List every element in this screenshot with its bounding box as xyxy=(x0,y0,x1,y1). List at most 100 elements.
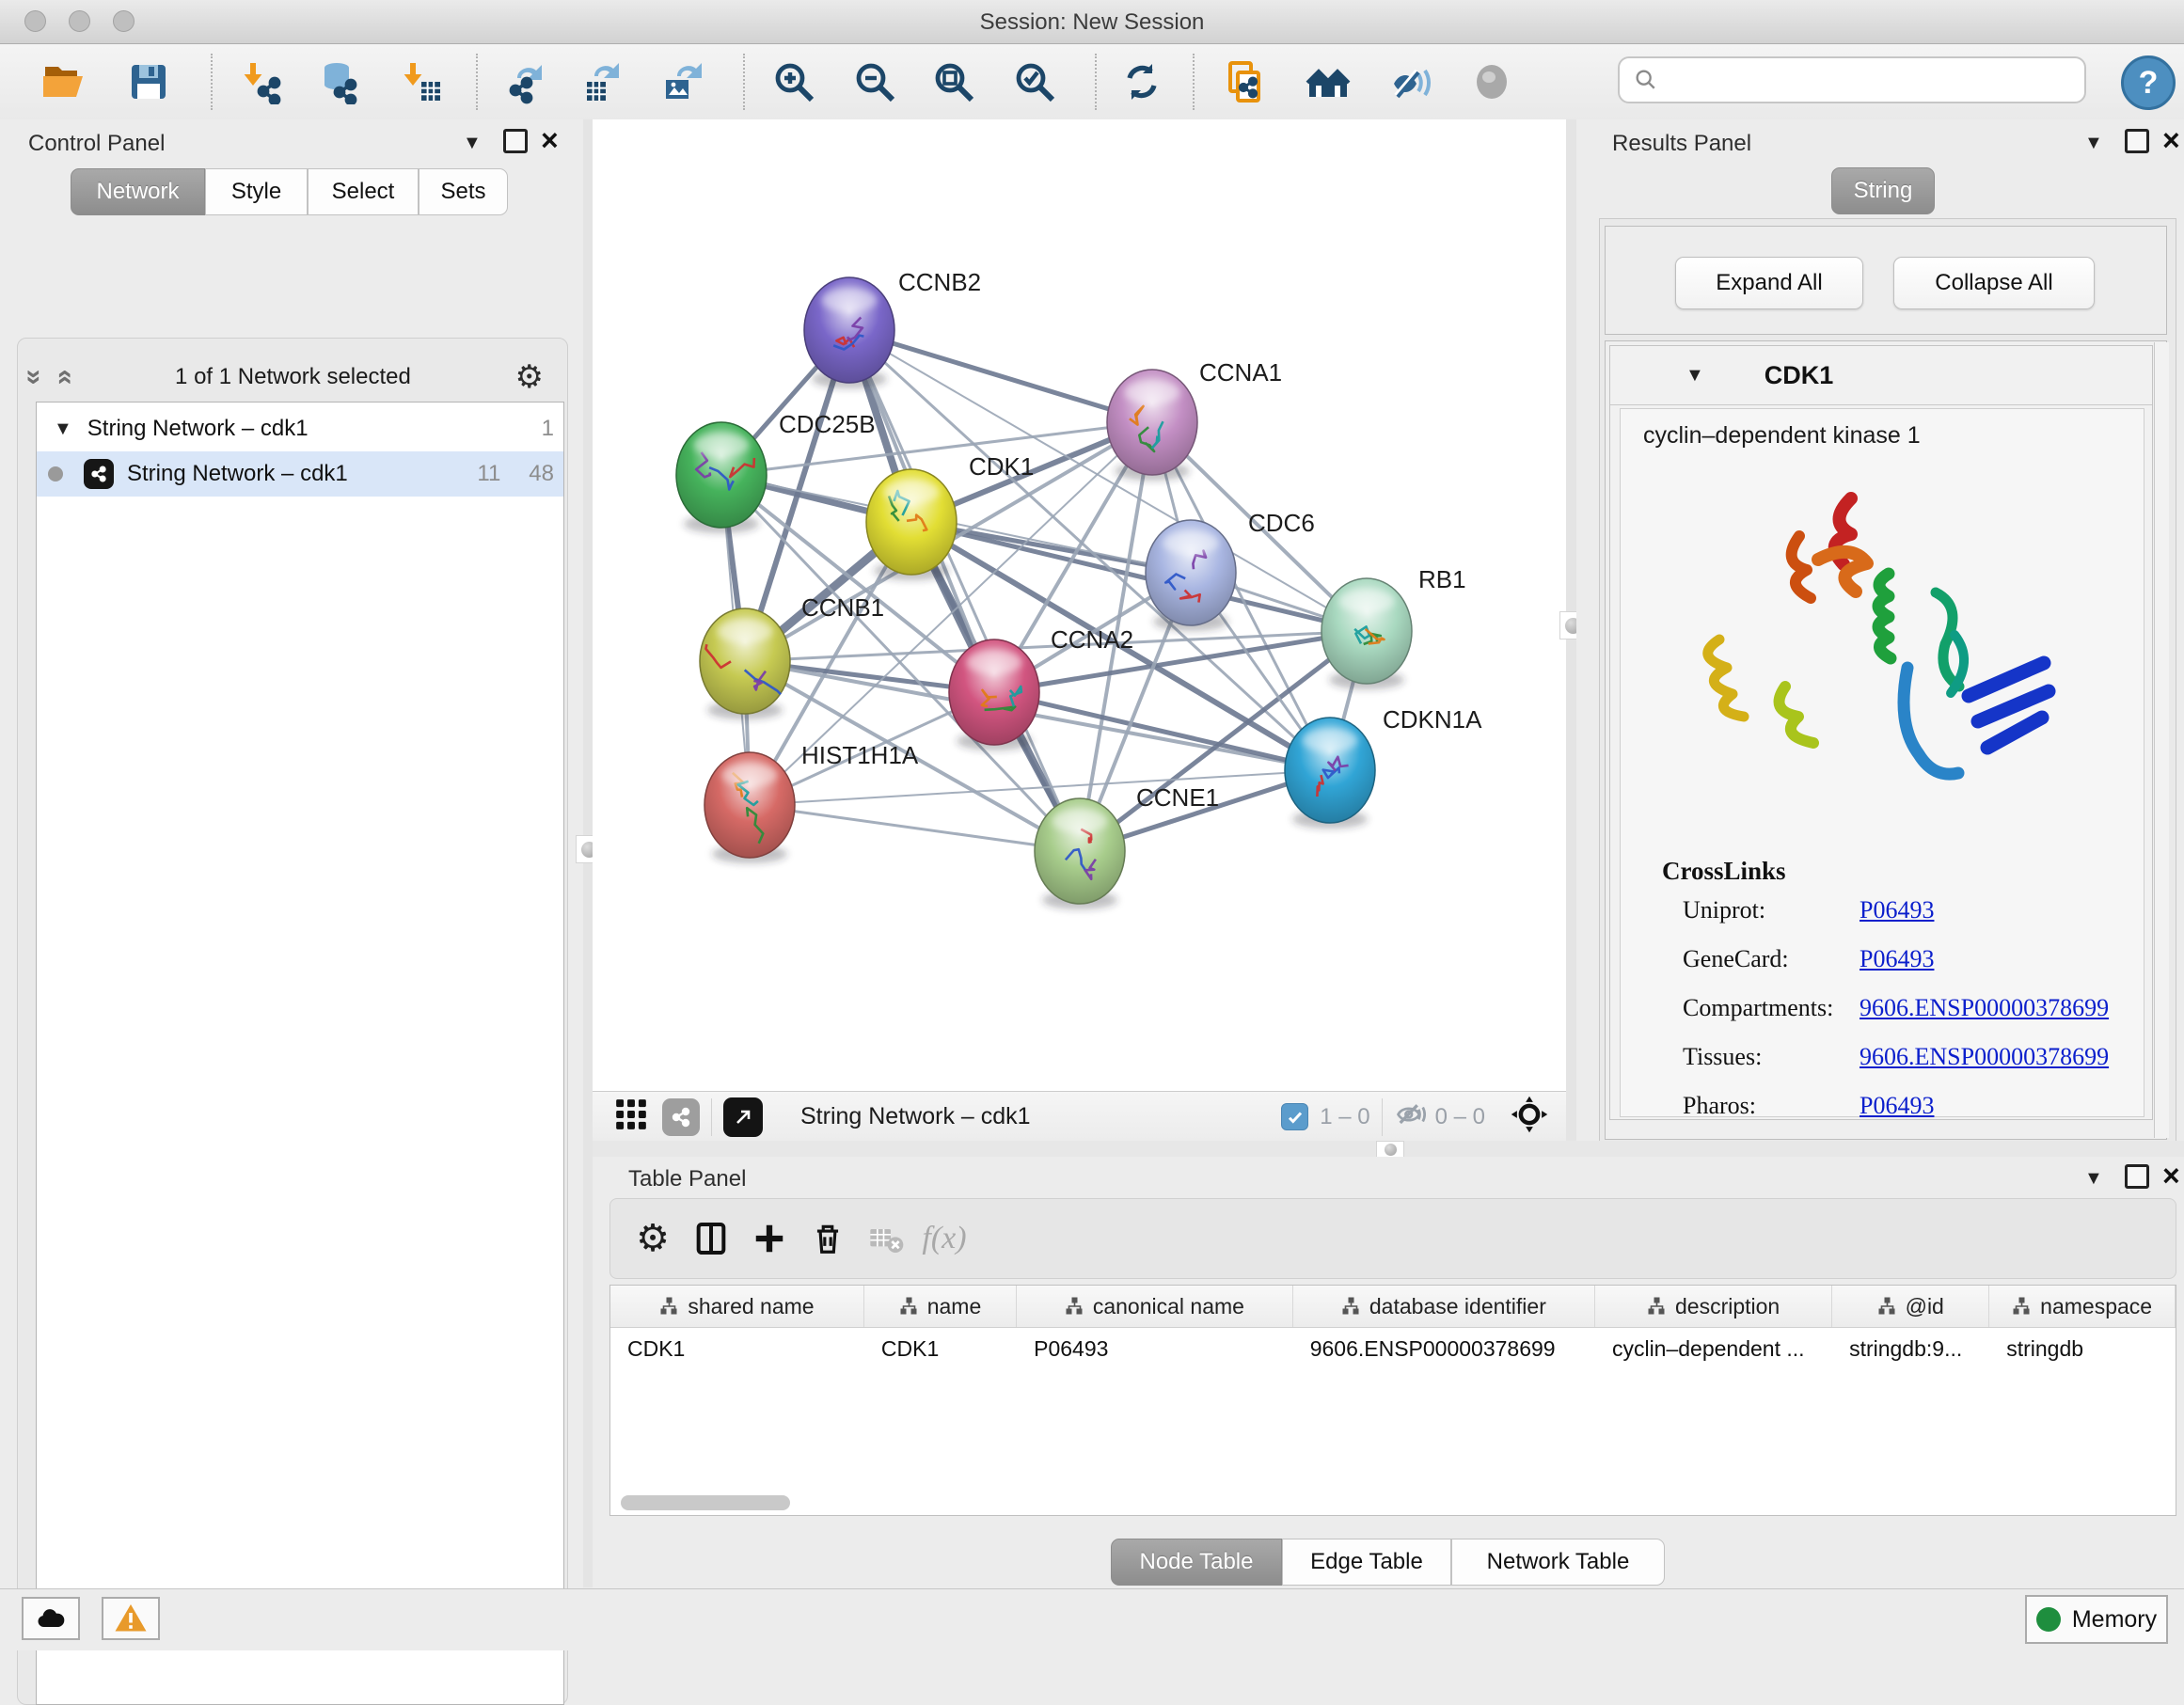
table-cell[interactable]: stringdb xyxy=(1989,1336,2176,1362)
results-panel-close-icon[interactable]: × xyxy=(2162,131,2180,150)
table-panel-float-icon[interactable] xyxy=(2125,1164,2149,1189)
gene-expander-icon[interactable]: ▼ xyxy=(1685,365,1704,387)
fit-selected-crosshair-icon[interactable] xyxy=(1510,1095,1549,1139)
delete-table-icon[interactable] xyxy=(857,1210,915,1267)
tab-select[interactable]: Select xyxy=(308,168,419,215)
table-hscrollbar[interactable] xyxy=(621,1495,790,1510)
zoom-selected-icon[interactable] xyxy=(1010,57,1059,106)
hidden-eye-icon[interactable] xyxy=(1394,1097,1428,1136)
network-node-CDKN1A[interactable]: CDKN1A xyxy=(1285,705,1482,829)
network-node-CCNE1[interactable]: CCNE1 xyxy=(1035,783,1219,909)
zoom-in-icon[interactable] xyxy=(769,57,818,106)
tab-network-table[interactable]: Network Table xyxy=(1451,1539,1665,1586)
column-header-description[interactable]: description xyxy=(1595,1286,1832,1327)
tab-sets[interactable]: Sets xyxy=(419,168,508,215)
crosslink-value-link[interactable]: 9606.ENSP00000378699 xyxy=(1860,994,2109,1022)
column-header-database-identifier[interactable]: database identifier xyxy=(1293,1286,1595,1327)
birds-eye-grid-icon[interactable] xyxy=(613,1097,649,1137)
selected-checkbox-icon[interactable] xyxy=(1281,1103,1308,1130)
network-canvas[interactable]: CCNB2CCNA1CDC25BCDK1CDC6RB1CCNB1CCNA2CDK… xyxy=(593,119,1566,1091)
copy-network-icon[interactable] xyxy=(1221,57,1270,106)
import-network-icon[interactable] xyxy=(237,57,286,106)
show-all-networks-icon[interactable] xyxy=(1304,57,1353,106)
table-panel-close-icon[interactable]: × xyxy=(2162,1166,2180,1185)
network-edge[interactable] xyxy=(994,692,1330,770)
control-panel-close-icon[interactable]: × xyxy=(541,131,559,150)
crosslink-value-link[interactable]: P06493 xyxy=(1860,945,1934,973)
tab-node-table[interactable]: Node Table xyxy=(1111,1539,1282,1586)
network-collection-row[interactable]: ▼ String Network – cdk1 1 xyxy=(37,403,563,451)
open-session-icon[interactable] xyxy=(40,57,88,106)
tab-edge-table[interactable]: Edge Table xyxy=(1282,1539,1451,1586)
table-cell[interactable]: cyclin–dependent ... xyxy=(1595,1336,1832,1362)
folder-front xyxy=(43,76,83,97)
export-table-icon[interactable] xyxy=(578,57,626,106)
table-cell[interactable]: CDK1 xyxy=(864,1336,1017,1362)
toolbar-search[interactable] xyxy=(1618,56,2086,103)
help-icon[interactable]: ? xyxy=(2121,55,2176,110)
window-title: Session: New Session xyxy=(0,9,2184,36)
eye-disabled-icon[interactable] xyxy=(1467,57,1516,106)
function-builder-icon[interactable]: f(x) xyxy=(915,1210,973,1267)
table-cell[interactable]: P06493 xyxy=(1017,1336,1293,1362)
search-input[interactable] xyxy=(1659,66,2058,94)
collapse-all-button[interactable]: Collapse All xyxy=(1893,257,2095,309)
table-cell[interactable]: CDK1 xyxy=(610,1336,864,1362)
column-header-canonical-name[interactable]: canonical name xyxy=(1017,1286,1293,1327)
expand-all-button[interactable]: Expand All xyxy=(1675,257,1863,309)
column-header-shared-name[interactable]: shared name xyxy=(610,1286,864,1327)
control-panel-float-icon[interactable] xyxy=(503,129,528,153)
network-share-icon[interactable] xyxy=(662,1098,700,1136)
export-network-icon[interactable] xyxy=(500,57,549,106)
network-node-RB1[interactable]: RB1 xyxy=(1321,565,1466,689)
table-panel-menu-icon[interactable]: ▼ xyxy=(2084,1168,2103,1190)
results-scrollbar[interactable] xyxy=(2154,342,2169,1138)
zoom-fit-icon[interactable] xyxy=(929,57,978,106)
tab-network[interactable]: Network xyxy=(71,168,205,215)
table-row[interactable]: CDK1CDK1P064939606.ENSP00000378699cyclin… xyxy=(610,1328,2176,1369)
network-options-gear-icon[interactable]: ⚙ xyxy=(515,358,544,396)
cloud-status-button[interactable] xyxy=(22,1597,80,1640)
results-panel-float-icon[interactable] xyxy=(2125,129,2149,153)
collection-expander-icon[interactable]: ▼ xyxy=(54,418,72,440)
open-in-browser-icon[interactable] xyxy=(723,1097,763,1137)
gene-section-header[interactable]: ▼ CDK1 xyxy=(1610,346,2152,405)
collapse-all-icon[interactable]: » xyxy=(18,370,50,386)
crosslink-value-link[interactable]: 9606.ENSP00000378699 xyxy=(1860,1043,2109,1071)
tab-style[interactable]: Style xyxy=(205,168,308,215)
network-edge[interactable] xyxy=(849,330,1080,851)
export-image-icon[interactable] xyxy=(658,57,707,106)
column-header-@id[interactable]: @id xyxy=(1832,1286,1989,1327)
network-edge[interactable] xyxy=(849,330,1152,422)
control-panel-menu-icon[interactable]: ▼ xyxy=(463,133,482,154)
warning-status-button[interactable] xyxy=(102,1597,160,1640)
column-header-label: database identifier xyxy=(1369,1294,1546,1319)
results-panel-menu-icon[interactable]: ▼ xyxy=(2084,133,2103,154)
add-column-icon[interactable] xyxy=(740,1210,799,1267)
import-network-from-database-icon[interactable] xyxy=(314,57,363,106)
delete-column-icon[interactable] xyxy=(799,1210,857,1267)
tab-string[interactable]: String xyxy=(1831,167,1935,214)
network-edge[interactable] xyxy=(750,805,1080,851)
crosslink-value-link[interactable]: P06493 xyxy=(1860,896,1934,924)
column-header-name[interactable]: name xyxy=(864,1286,1017,1327)
table-cell[interactable]: stringdb:9... xyxy=(1832,1336,1989,1362)
network-node-CDC25B[interactable]: CDC25B xyxy=(676,410,876,533)
hide-unhide-icon[interactable] xyxy=(1386,57,1435,106)
network-graph[interactable]: CCNB2CCNA1CDC25BCDK1CDC6RB1CCNB1CCNA2CDK… xyxy=(593,119,1566,1091)
crosslink-value-link[interactable]: P06493 xyxy=(1860,1092,1934,1120)
table-settings-gear-icon[interactable]: ⚙ xyxy=(624,1210,682,1267)
zoom-out-icon[interactable] xyxy=(850,57,899,106)
toolbar-separator xyxy=(476,54,478,110)
column-header-namespace[interactable]: namespace xyxy=(1989,1286,2176,1327)
refresh-icon[interactable] xyxy=(1117,57,1166,106)
expand-all-icon[interactable]: » xyxy=(47,370,79,386)
table-cell[interactable]: 9606.ENSP00000378699 xyxy=(1293,1336,1595,1362)
import-table-icon[interactable] xyxy=(397,57,446,106)
save-session-icon[interactable] xyxy=(124,57,173,106)
show-columns-icon[interactable] xyxy=(682,1210,740,1267)
network-view-toolbar: String Network – cdk1 1 – 0 0 – 0 xyxy=(593,1091,1566,1142)
network-edge[interactable] xyxy=(911,522,1367,631)
network-row-selected[interactable]: String Network – cdk1 11 48 xyxy=(37,451,563,497)
memory-button[interactable]: Memory xyxy=(2025,1595,2168,1644)
